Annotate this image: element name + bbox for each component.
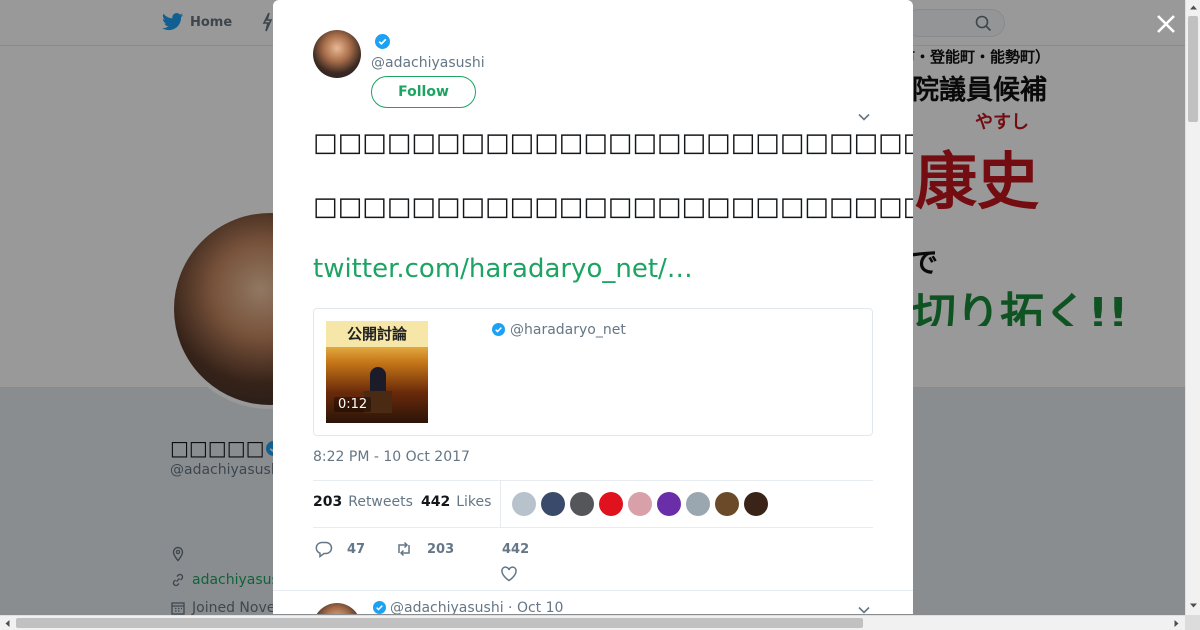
author-handle[interactable]: @adachiyasushi [371,55,485,71]
likes-label: Likes [456,494,492,510]
liker-avatar[interactable] [628,492,652,516]
author-avatar[interactable] [313,30,361,78]
quoted-handle: @haradaryo_net [510,322,626,338]
retweet-button[interactable]: 203 [395,540,454,558]
reply-button[interactable]: 47 [315,540,365,558]
liker-avatar[interactable] [657,492,681,516]
tweet-stats: 203 Retweets 442 Likes [313,480,873,528]
stats-divider [500,481,501,527]
chevron-down-icon[interactable] [857,605,871,614]
reply-tweet[interactable]: @adachiyasushi · Oct 10 [273,590,913,614]
scroll-up-arrow-icon[interactable] [1189,3,1198,12]
like-count: 442 [502,542,530,557]
liker-avatar[interactable] [686,492,710,516]
heart-icon[interactable] [500,565,518,583]
liker-avatar[interactable] [570,492,594,516]
video-duration: 0:12 [334,397,372,412]
liker-avatar[interactable] [599,492,623,516]
reply-author-avatar[interactable] [313,603,361,614]
reply-count: 47 [347,541,366,557]
vertical-scroll-thumb[interactable] [1188,16,1198,122]
likes-count: 442 [421,494,451,510]
horizontal-scrollbar[interactable] [0,615,1185,630]
close-icon[interactable] [1154,12,1178,36]
retweets-label: Retweets [348,494,413,510]
verified-badge-icon [373,601,386,614]
retweets-stat[interactable]: 203 Retweets [313,494,413,510]
liker-avatar[interactable] [541,492,565,516]
liker-avatar[interactable] [512,492,536,516]
tweet-modal: @adachiyasushi Follow □□□□□□□□□□□□□□□□□□… [273,0,913,614]
chevron-down-icon[interactable] [857,112,871,122]
retweet-count: 203 [427,541,455,557]
verified-badge-icon [375,34,390,49]
liker-avatars [512,492,768,516]
video-thumbnail[interactable]: 公開討論 0:12 [326,321,428,423]
reply-author-handle[interactable]: @adachiyasushi · Oct 10 [390,600,563,614]
liker-avatar[interactable] [744,492,768,516]
thumbnail-caption: 公開討論 [326,321,428,347]
retweets-count: 203 [313,494,343,510]
reply-icon [315,541,333,558]
quoted-tweet-card[interactable]: 公開討論 0:12 @haradaryo_net [313,308,873,436]
tweet-text-line: □□□□□□□□□□□□□□□□□□□□□□□□□□□□□□□□□□□□□□□□… [313,192,913,222]
scroll-right-arrow-icon[interactable] [1172,619,1181,628]
horizontal-scroll-thumb[interactable] [16,618,863,628]
tweet-actions: 47 203 442 [313,540,873,584]
tweet-text-line: □□□□□□□□□□□□□□□□□□□□□□□□□□□□□□□□□□□□□□□□… [313,128,913,158]
retweet-icon [398,541,410,557]
vertical-scrollbar[interactable] [1185,0,1200,615]
tweet-link[interactable]: twitter.com/haradaryo_net/… [313,254,693,284]
liker-avatar[interactable] [715,492,739,516]
scrollbar-corner [1185,615,1200,630]
tweet-timestamp[interactable]: 8:22 PM - 10 Oct 2017 [313,449,470,465]
likes-stat[interactable]: 442 Likes [421,494,491,510]
follow-button[interactable]: Follow [371,76,476,108]
scroll-left-arrow-icon[interactable] [3,619,12,628]
scroll-down-arrow-icon[interactable] [1189,601,1198,610]
verified-badge-icon [492,323,505,336]
